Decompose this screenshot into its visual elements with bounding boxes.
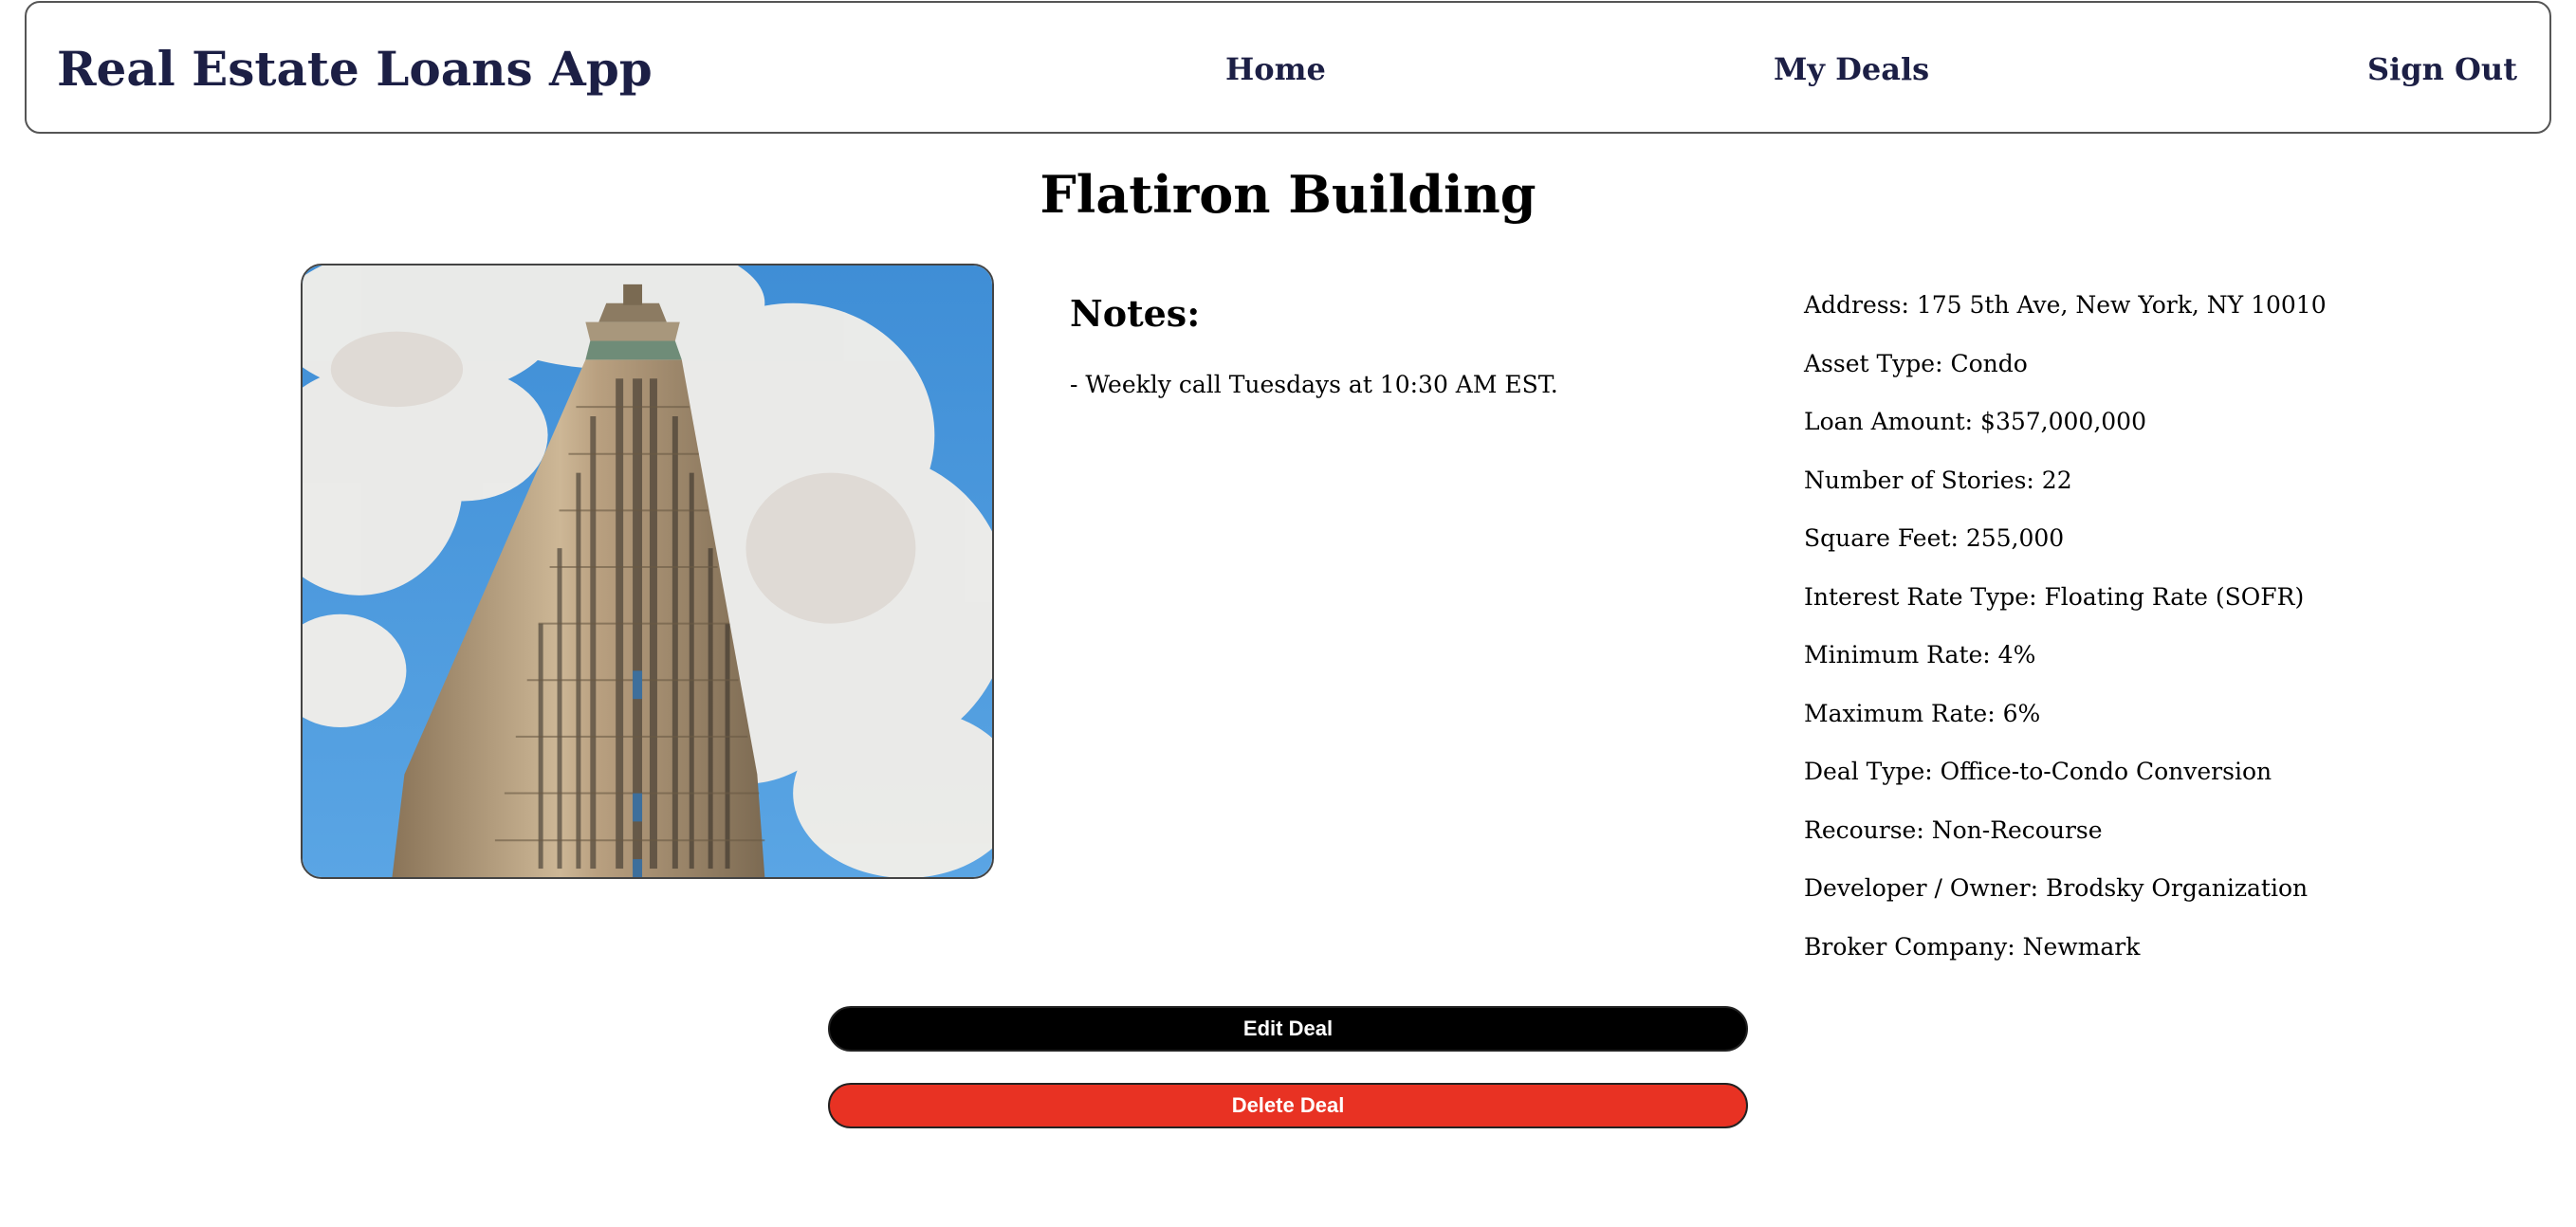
detail-recourse: Recourse: Non-Recourse (1804, 815, 2103, 844)
delete-deal-button[interactable]: Delete Deal (828, 1083, 1748, 1128)
notes-heading: Notes: (1070, 292, 1201, 335)
detail-minimum-rate: Minimum Rate: 4% (1804, 641, 2036, 668)
app-brand[interactable]: Real Estate Loans App (57, 41, 653, 98)
detail-maximum-rate: Maximum Rate: 6% (1804, 699, 2041, 727)
nav-home-link[interactable]: Home (1225, 50, 1326, 88)
notes-text: - Weekly call Tuesdays at 10:30 AM EST. (1070, 371, 1558, 398)
detail-loan-amount: Loan Amount: $357,000,000 (1804, 408, 2146, 435)
detail-square-feet: Square Feet: 255,000 (1804, 524, 2065, 552)
detail-number-of-stories: Number of Stories: 22 (1804, 466, 2072, 494)
detail-deal-type: Deal Type: Office-to-Condo Conversion (1804, 758, 2272, 785)
detail-address: Address: 175 5th Ave, New York, NY 10010 (1804, 291, 2327, 319)
top-navbar: Real Estate Loans App Home My Deals Sign… (25, 1, 2551, 134)
property-photo (301, 264, 994, 879)
deal-title: Flatiron Building (1040, 164, 1536, 225)
nav-sign-out-link[interactable]: Sign Out (2367, 50, 2517, 88)
detail-interest-rate-type: Interest Rate Type: Floating Rate (SOFR) (1804, 582, 2305, 611)
deal-details-list: Address: 175 5th Ave, New York, NY 10010… (1804, 289, 2327, 989)
detail-developer-owner: Developer / Owner: Brodsky Organization (1804, 874, 2309, 902)
nav-my-deals-link[interactable]: My Deals (1774, 50, 1929, 88)
edit-deal-button[interactable]: Edit Deal (828, 1006, 1748, 1052)
detail-broker-company: Broker Company: Newmark (1804, 932, 2141, 961)
detail-asset-type: Asset Type: Condo (1804, 349, 2028, 377)
